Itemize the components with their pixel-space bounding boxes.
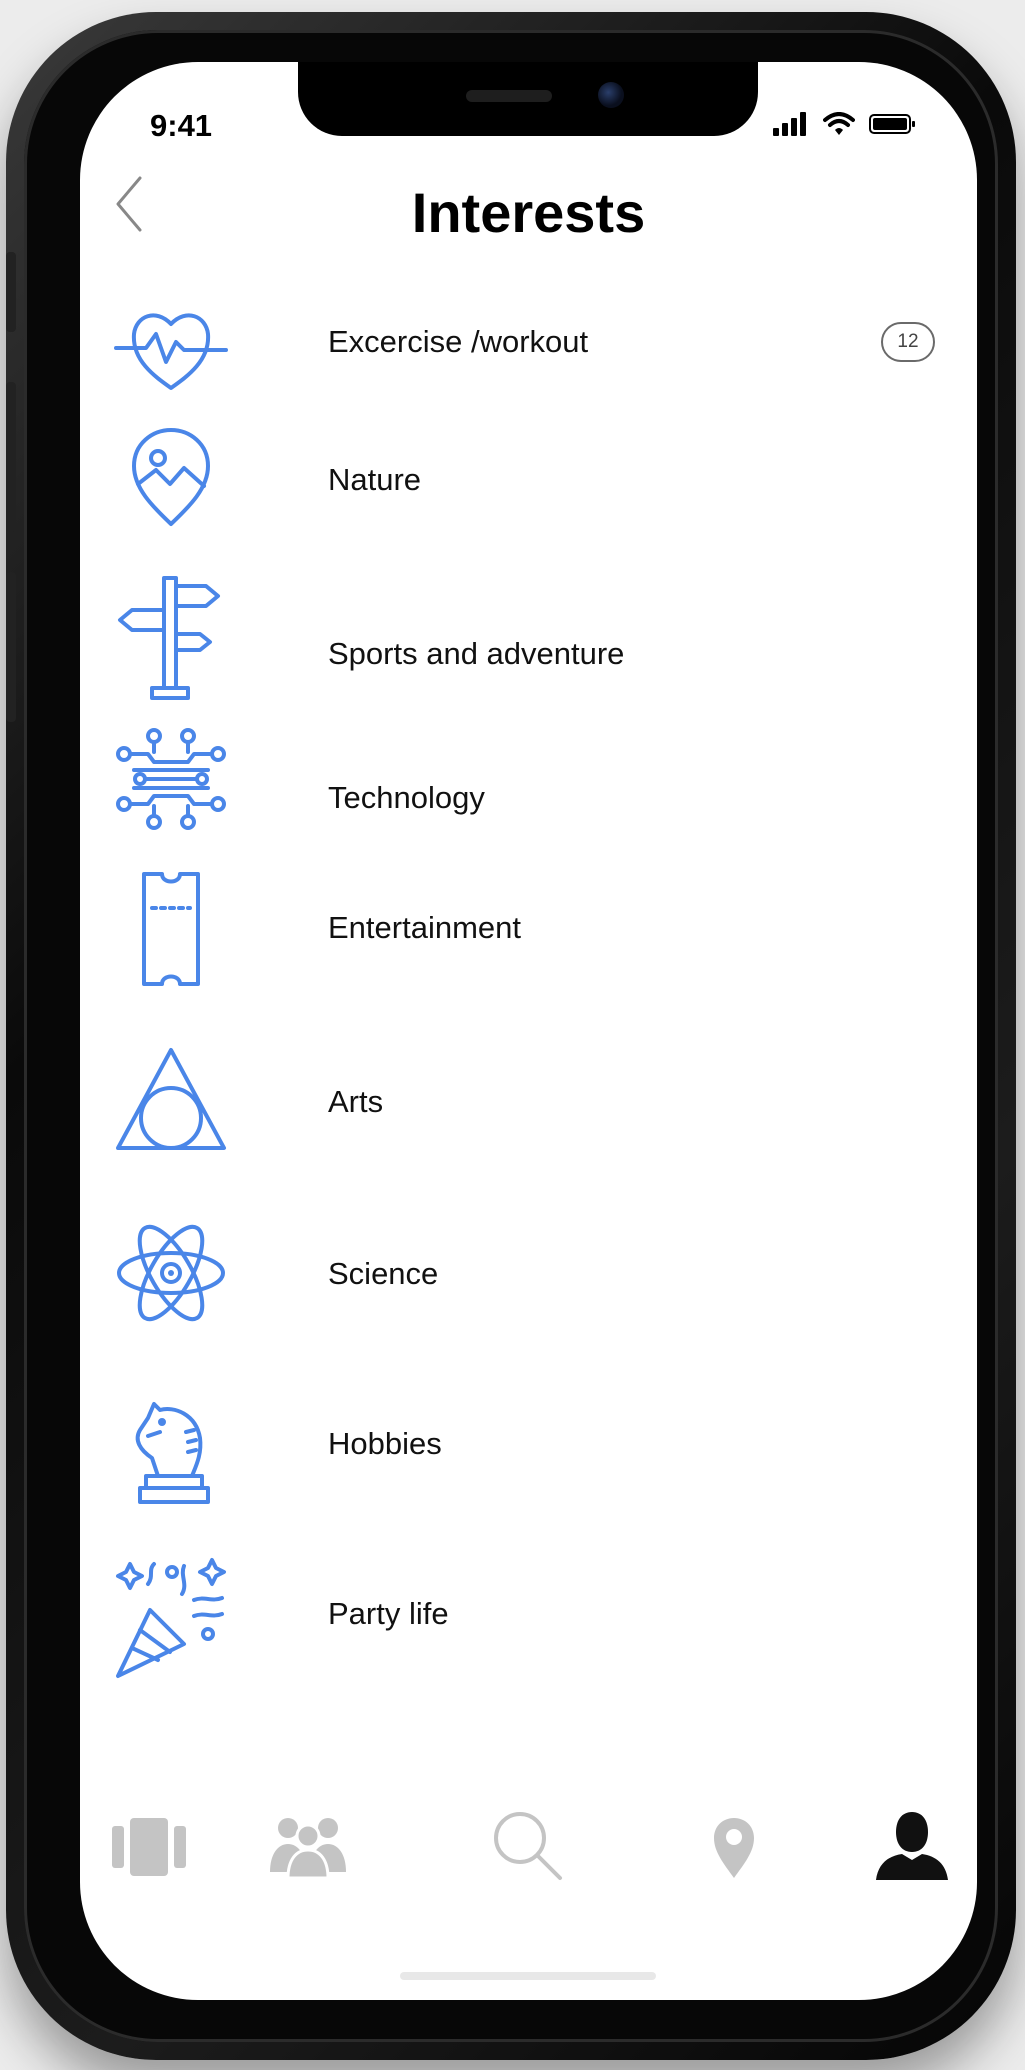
status-time: 9:41 <box>150 108 213 143</box>
tab-location[interactable] <box>684 1794 784 1894</box>
interest-item-science[interactable]: Science <box>80 1212 977 1362</box>
tab-profile[interactable] <box>862 1794 962 1894</box>
interest-label: Hobbies <box>328 1426 442 1461</box>
party-popper-icon <box>116 1558 226 1678</box>
tab-people[interactable] <box>258 1794 358 1894</box>
circuit-icon <box>116 728 226 830</box>
location-pin-icon <box>714 1818 754 1878</box>
interest-label: Excercise /workout <box>328 324 589 359</box>
status-icons <box>773 112 917 136</box>
count-badge: 12 <box>881 322 935 362</box>
interest-label: Technology <box>328 780 485 815</box>
battery-icon <box>869 114 915 134</box>
tab-search[interactable] <box>478 1794 578 1894</box>
app-screen: 9:41 Interests Excercise /workout 12 Nat… <box>80 62 977 2000</box>
interest-label: Arts <box>328 1084 384 1119</box>
speaker-grille <box>466 90 552 102</box>
ticket-icon <box>142 872 200 986</box>
signal-icon <box>773 112 806 136</box>
interest-item-arts[interactable]: Arts <box>80 1044 977 1194</box>
atom-icon <box>117 1224 225 1322</box>
heart-pulse-icon <box>114 313 228 390</box>
tab-bar <box>80 1794 977 1914</box>
cards-icon <box>112 1818 186 1876</box>
volume-down-button <box>6 572 16 722</box>
mute-switch <box>6 252 16 332</box>
interest-item-technology[interactable]: Technology <box>80 690 977 840</box>
home-indicator <box>400 1972 656 1980</box>
map-pin-mountain-icon <box>132 428 210 526</box>
tab-cards[interactable] <box>102 1794 202 1894</box>
page-title: Interests <box>411 181 646 244</box>
interest-label: Nature <box>328 462 422 497</box>
chess-knight-icon <box>135 1402 210 1504</box>
interest-item-nature[interactable]: Nature <box>80 400 977 550</box>
interest-label: Sports and adventure <box>328 636 625 671</box>
notch <box>298 62 758 136</box>
volume-up-button <box>6 382 16 532</box>
interest-item-sports[interactable]: Sports and adventure <box>80 550 977 700</box>
front-camera <box>598 82 624 108</box>
signpost-icon <box>118 576 220 700</box>
interest-item-hobbies[interactable]: Hobbies <box>80 1384 977 1534</box>
interest-label: Party life <box>328 1596 449 1631</box>
wifi-icon <box>823 112 855 135</box>
people-icon <box>270 1818 346 1880</box>
triangle-circle-icon <box>116 1048 226 1150</box>
interest-label: Science <box>328 1256 439 1291</box>
interest-item-entertainment[interactable]: Entertainment <box>80 866 977 1016</box>
interest-label: Entertainment <box>328 910 521 945</box>
search-icon <box>494 1812 562 1880</box>
interest-item-party[interactable]: Party life <box>80 1556 977 1706</box>
profile-icon <box>876 1812 948 1880</box>
